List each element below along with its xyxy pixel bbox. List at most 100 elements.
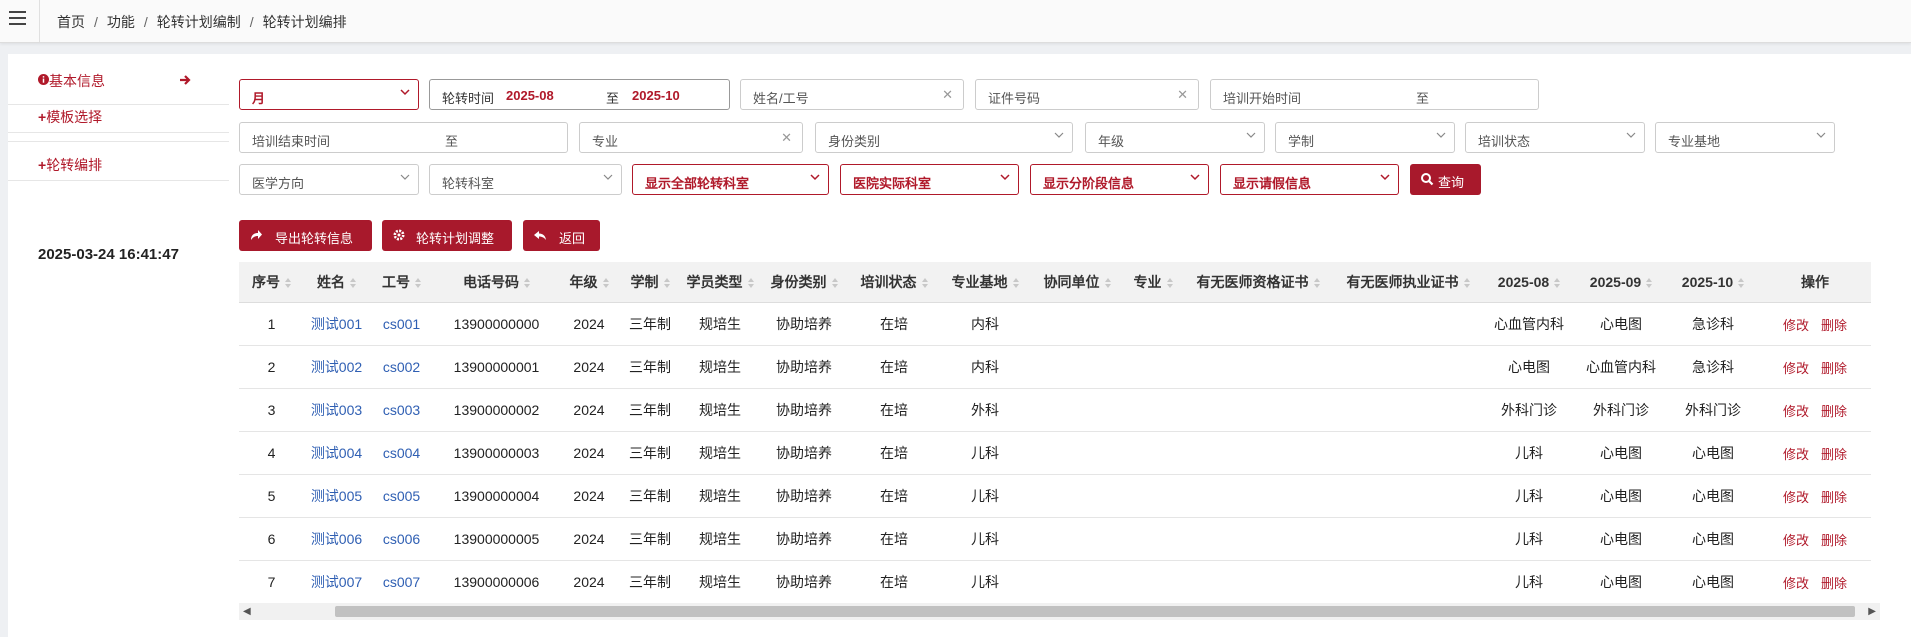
- sort-icon[interactable]: [1313, 278, 1320, 289]
- staff-id-link[interactable]: cs005: [369, 474, 434, 518]
- rotation-end-value[interactable]: 2025-10: [632, 88, 680, 103]
- column-header[interactable]: 协同单位: [1031, 262, 1123, 303]
- name-link[interactable]: 测试003: [304, 388, 369, 432]
- period-select[interactable]: 月: [239, 79, 419, 110]
- name-id-input[interactable]: 姓名/工号 ✕: [740, 79, 964, 110]
- edit-link[interactable]: 修改: [1783, 447, 1809, 462]
- edit-link[interactable]: 修改: [1783, 490, 1809, 505]
- sort-icon[interactable]: [1738, 278, 1745, 289]
- adjust-button[interactable]: 轮转计划调整: [382, 220, 512, 251]
- column-header[interactable]: 培训状态: [849, 262, 939, 303]
- arrow-right-icon[interactable]: [179, 74, 191, 86]
- breadcrumb-plan[interactable]: 轮转计划编制: [157, 14, 241, 30]
- delete-link[interactable]: 删除: [1821, 490, 1847, 505]
- column-header[interactable]: 操作: [1759, 262, 1871, 303]
- clear-icon[interactable]: ✕: [781, 130, 792, 146]
- breadcrumb-function[interactable]: 功能: [107, 14, 135, 30]
- sort-icon[interactable]: [524, 278, 530, 289]
- horizontal-scrollbar[interactable]: ◀ ▶: [239, 603, 1880, 620]
- show-leave-select[interactable]: 显示请假信息: [1220, 164, 1399, 195]
- column-header[interactable]: 学制: [619, 262, 681, 303]
- sort-icon[interactable]: [415, 278, 421, 289]
- show-stage-select[interactable]: 显示分阶段信息: [1030, 164, 1209, 195]
- column-header[interactable]: 序号: [239, 262, 304, 303]
- sort-icon[interactable]: [602, 278, 609, 289]
- delete-link[interactable]: 删除: [1821, 447, 1847, 462]
- delete-link[interactable]: 删除: [1821, 576, 1847, 591]
- column-header[interactable]: 学员类型: [681, 262, 759, 303]
- edit-link[interactable]: 修改: [1783, 361, 1809, 376]
- column-header[interactable]: 电话号码: [434, 262, 559, 303]
- column-header[interactable]: 专业: [1123, 262, 1183, 303]
- edit-link[interactable]: 修改: [1783, 318, 1809, 333]
- sort-icon[interactable]: [1012, 278, 1019, 289]
- column-header[interactable]: 有无医师执业证书: [1333, 262, 1483, 303]
- name-link[interactable]: 测试004: [304, 431, 369, 475]
- sort-icon[interactable]: [1646, 278, 1653, 289]
- major-base-select[interactable]: 专业基地: [1655, 122, 1835, 153]
- sort-icon[interactable]: [747, 278, 754, 289]
- delete-link[interactable]: 删除: [1821, 361, 1847, 376]
- sort-icon[interactable]: [831, 278, 838, 289]
- sort-icon[interactable]: [1166, 278, 1173, 289]
- cert-number-input[interactable]: 证件号码 ✕: [975, 79, 1199, 110]
- staff-id-link[interactable]: cs006: [369, 517, 434, 561]
- staff-id-link[interactable]: cs001: [369, 302, 434, 346]
- column-header[interactable]: 2025-10: [1667, 262, 1759, 303]
- rotation-dept-select[interactable]: 轮转科室: [429, 164, 622, 195]
- query-button[interactable]: 查询: [1410, 164, 1481, 195]
- scroll-right-icon[interactable]: ▶: [1868, 606, 1876, 617]
- identity-select[interactable]: 身份类别: [815, 122, 1073, 153]
- grade-select[interactable]: 年级: [1085, 122, 1265, 153]
- sort-icon[interactable]: [350, 278, 356, 289]
- column-header[interactable]: 2025-09: [1575, 262, 1667, 303]
- sidebar-item-rotation[interactable]: +轮转编排: [8, 155, 238, 175]
- clear-icon[interactable]: ✕: [942, 87, 953, 103]
- column-header[interactable]: 身份类别: [759, 262, 849, 303]
- export-button[interactable]: 导出轮转信息: [239, 220, 372, 251]
- sort-icon[interactable]: [1104, 278, 1111, 289]
- sidebar-item-basic-info[interactable]: 基本信息: [8, 71, 238, 91]
- school-system-select[interactable]: 学制: [1275, 122, 1455, 153]
- major-input[interactable]: 专业 ✕: [579, 122, 803, 153]
- name-link[interactable]: 测试001: [304, 302, 369, 346]
- column-header[interactable]: 有无医师资格证书: [1183, 262, 1333, 303]
- edit-link[interactable]: 修改: [1783, 576, 1809, 591]
- column-header[interactable]: 2025-08: [1483, 262, 1575, 303]
- column-header[interactable]: 姓名: [304, 262, 369, 303]
- column-header[interactable]: 年级: [559, 262, 619, 303]
- menu-icon[interactable]: [9, 11, 26, 25]
- rotation-time-range[interactable]: 轮转时间 2025-08 至 2025-10: [429, 79, 730, 110]
- back-button[interactable]: 返回: [523, 220, 600, 251]
- train-start-range[interactable]: 培训开始时间 至: [1210, 79, 1539, 110]
- name-link[interactable]: 测试007: [304, 560, 369, 604]
- sort-icon[interactable]: [1463, 278, 1470, 289]
- staff-id-link[interactable]: cs007: [369, 560, 434, 604]
- staff-id-link[interactable]: cs004: [369, 431, 434, 475]
- edit-link[interactable]: 修改: [1783, 404, 1809, 419]
- delete-link[interactable]: 删除: [1821, 533, 1847, 548]
- staff-id-link[interactable]: cs003: [369, 388, 434, 432]
- column-header[interactable]: 工号: [369, 262, 434, 303]
- edit-link[interactable]: 修改: [1783, 533, 1809, 548]
- train-end-range[interactable]: 培训结束时间 至: [239, 122, 568, 153]
- train-status-select[interactable]: 培训状态: [1465, 122, 1645, 153]
- delete-link[interactable]: 删除: [1821, 404, 1847, 419]
- scroll-left-icon[interactable]: ◀: [243, 606, 251, 617]
- sort-icon[interactable]: [921, 278, 928, 289]
- delete-link[interactable]: 删除: [1821, 318, 1847, 333]
- column-header[interactable]: 专业基地: [939, 262, 1031, 303]
- name-link[interactable]: 测试005: [304, 474, 369, 518]
- hospital-dept-select[interactable]: 医院实际科室: [840, 164, 1019, 195]
- staff-id-link[interactable]: cs002: [369, 345, 434, 389]
- breadcrumb-home[interactable]: 首页: [57, 14, 85, 30]
- scrollbar-thumb[interactable]: [335, 606, 1855, 617]
- sort-icon[interactable]: [285, 278, 291, 289]
- clear-icon[interactable]: ✕: [1177, 87, 1188, 103]
- sidebar-item-template[interactable]: +模板选择: [8, 107, 238, 127]
- rotation-start-value[interactable]: 2025-08: [506, 88, 554, 103]
- name-link[interactable]: 测试006: [304, 517, 369, 561]
- medical-direction-select[interactable]: 医学方向: [239, 164, 419, 195]
- name-link[interactable]: 测试002: [304, 345, 369, 389]
- sort-icon[interactable]: [663, 278, 670, 289]
